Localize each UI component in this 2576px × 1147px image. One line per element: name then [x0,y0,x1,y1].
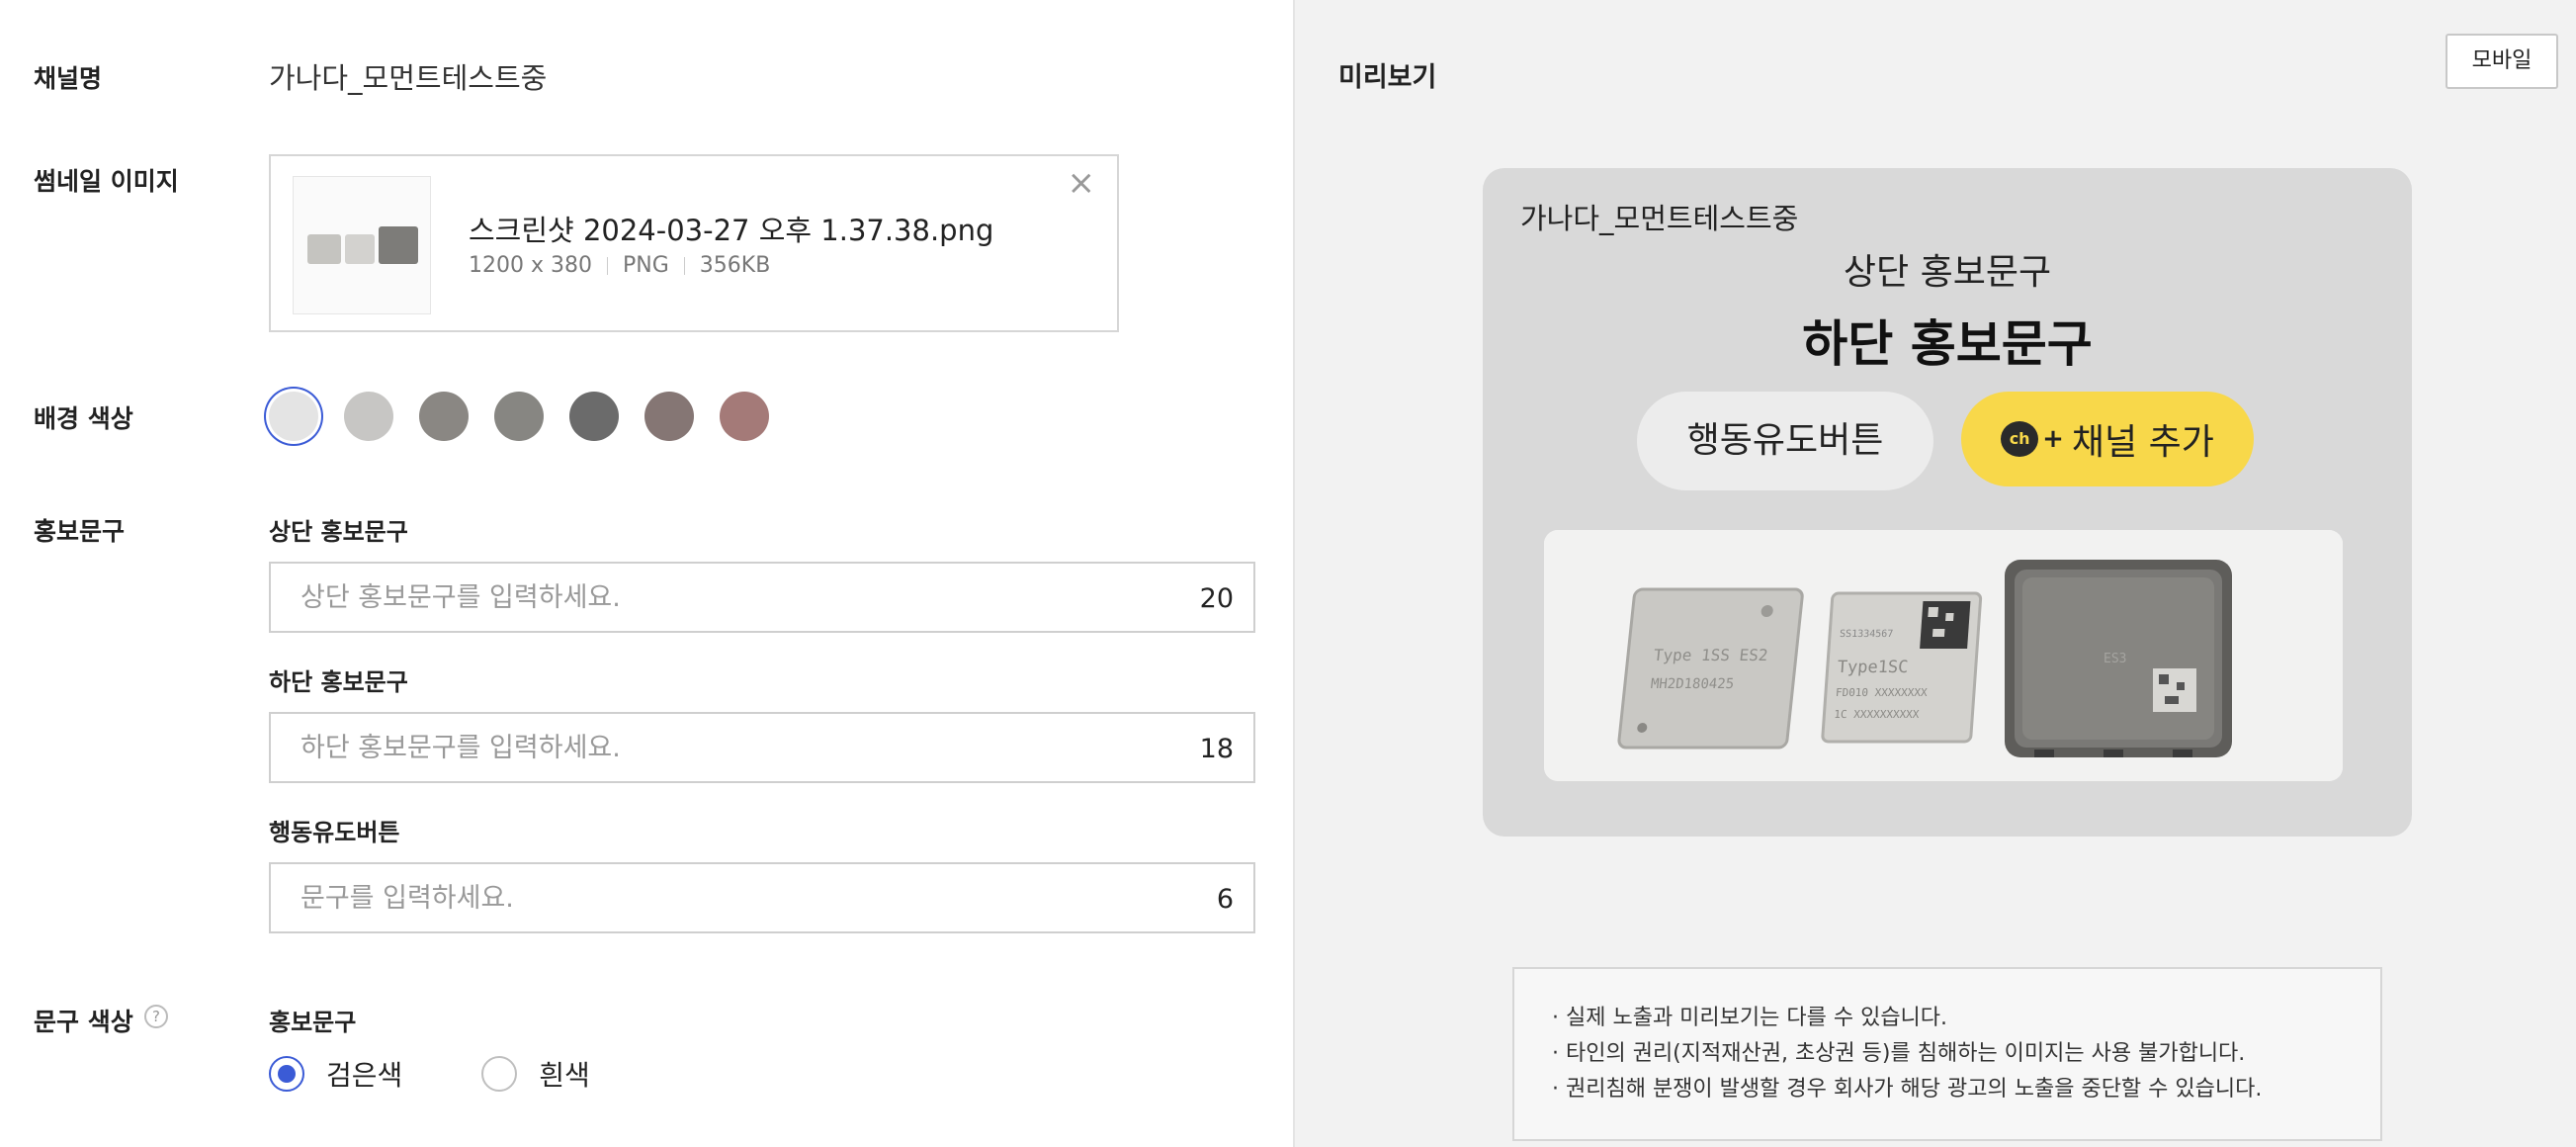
bg-color-swatch[interactable] [494,392,544,441]
meta-divider [607,256,608,275]
top-promo-field[interactable]: 20 [269,562,1255,633]
text-color-radio-group: 검은색 흰색 [269,1054,669,1094]
close-icon[interactable]: × [1068,166,1096,200]
bg-color-swatch[interactable] [269,392,318,441]
radio-white[interactable]: 흰색 [481,1054,590,1094]
thumbnail-chip [307,234,341,264]
text-color-label: 문구 색상 [34,1008,133,1036]
cta-counter: 6 [1216,884,1234,915]
bg-color-swatch[interactable] [720,392,769,441]
radio-white-label: 흰색 [539,1059,590,1092]
thumbnail-format: PNG [623,253,669,278]
chip-3-label: ES3 [2104,652,2126,666]
notice-line: · 실제 노출과 미리보기는 다를 수 있습니다. [1552,1006,1948,1030]
bottom-promo-label: 하단 홍보문구 [269,668,408,696]
text-color-sub-label: 홍보문구 [269,1009,357,1036]
channel-add-button[interactable]: ch + 채널 추가 [1961,392,2254,486]
bottom-promo-input[interactable] [301,714,1141,781]
thumbnail-chip [345,234,375,264]
preview-notice: · 실제 노출과 미리보기는 다를 수 있습니다. · 타인의 권리(지적재산권… [1512,967,2382,1141]
radio-white-circle[interactable] [481,1056,518,1092]
bg-color-swatch[interactable] [569,392,619,441]
top-promo-label: 상단 홍보문구 [269,518,408,546]
chip-2-batch: 1C XXXXXXXXXX [1834,708,1920,721]
top-promo-input[interactable] [301,564,1141,631]
bg-color-swatch[interactable] [344,392,393,441]
help-icon[interactable]: ? [144,1005,168,1028]
promo-label: 홍보문구 [34,517,126,546]
thumbnail-label: 썸네일 이미지 [34,167,179,196]
cta-label: 행동유도버튼 [269,819,400,846]
thumbnail-upload[interactable]: 스크린샷 2024-03-27 오후 1.37.38.png 1200 x 38… [269,154,1119,332]
bg-color-swatches [269,392,795,441]
product-image: Type 1SS ES2 MH2D180425 SS1334567 Type1S… [1544,530,2343,781]
thumbnail-dimensions: 1200 x 380 [469,253,592,278]
card-bottom-promo: 하단 홍보문구 [1802,315,2093,373]
meta-divider [683,256,685,275]
bg-color-swatch[interactable] [419,392,469,441]
top-promo-counter: 20 [1199,583,1234,614]
thumbnail-file-meta: 1200 x 380 PNG 356KB [469,253,770,278]
card-cta-button[interactable]: 행동유도버튼 [1637,392,1933,490]
channel-name: 가나다_모먼트테스트중 [269,61,548,95]
thumbnail-chip [379,226,418,264]
radio-black[interactable]: 검은색 [269,1054,402,1094]
radio-black-circle[interactable] [269,1056,304,1092]
notice-line: · 타인의 권리(지적재산권, 초상권 등)를 침해하는 이미지는 사용 불가합… [1552,1041,2246,1066]
notice-line: · 권리침해 분쟁이 발생할 경우 회사가 해당 광고의 노출을 중단할 수 있… [1552,1077,2263,1102]
channel-add-label: 채널 추가 [2071,422,2214,463]
bottom-promo-counter: 18 [1199,734,1234,764]
ad-preview-card: 가나다_모먼트테스트중 상단 홍보문구 하단 홍보문구 행동유도버튼 ch + … [1483,168,2412,837]
preview-panel: 미리보기 모바일 가나다_모먼트테스트중 상단 홍보문구 하단 홍보문구 행동유… [1295,0,2576,1147]
bg-color-swatch[interactable] [644,392,694,441]
kakao-channel-icon: ch [2001,421,2039,457]
chip-1-code: MH2D180425 [1650,676,1735,692]
card-top-promo: 상단 홍보문구 [1843,252,2052,293]
mobile-view-button[interactable]: 모바일 [2446,34,2558,89]
chip-1-label: Type 1SS ES2 [1653,646,1769,664]
thumbnail-file-name: 스크린샷 2024-03-27 오후 1.37.38.png [469,214,994,247]
bottom-promo-field[interactable]: 18 [269,712,1255,783]
plus-icon: + [2042,424,2064,454]
ad-form-panel: 채널명 가나다_모먼트테스트중 썸네일 이미지 스크린샷 2024-03-27 … [0,0,1293,1147]
radio-black-label: 검은색 [326,1059,403,1092]
cta-field[interactable]: 6 [269,862,1255,933]
chip-2-serial: SS1334567 [1840,629,1894,640]
chip-2-label: Type1SC [1837,658,1909,677]
cta-input[interactable] [301,864,1141,931]
thumbnail-size: 356KB [699,253,771,278]
chip-2-code: FD010 XXXXXXXX [1836,686,1929,699]
thumbnail-preview-image [293,176,431,314]
card-channel-name: 가나다_모먼트테스트중 [1520,202,1799,235]
channel-label: 채널명 [34,64,103,93]
preview-title: 미리보기 [1338,62,1437,93]
bg-color-label: 배경 색상 [34,404,133,433]
product-chips-illustration: Type 1SS ES2 MH2D180425 SS1334567 Type1S… [1544,530,2343,781]
